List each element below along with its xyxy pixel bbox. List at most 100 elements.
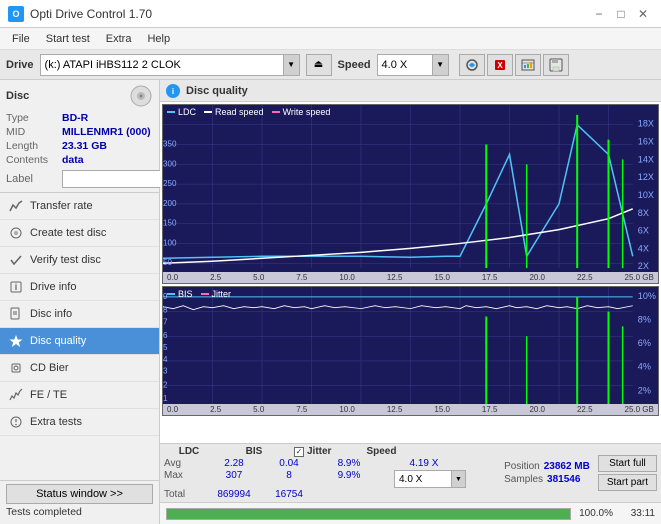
mid-label: MID	[6, 126, 58, 138]
drive-info-icon: i	[8, 279, 24, 295]
write-label: Write speed	[283, 107, 331, 117]
legend-write: Write speed	[272, 107, 331, 117]
svg-text:7: 7	[163, 318, 168, 327]
chart2-svg: 10% 8% 6% 4% 2% 9 8 7 6 5 4 3 2 1	[163, 287, 658, 415]
stats-header-row: LDC BIS ✓ Jitter Speed	[164, 446, 466, 457]
progress-percent: 100.0%	[575, 508, 613, 519]
nav-item-disc-quality[interactable]: Disc quality	[0, 328, 159, 355]
svg-text:150: 150	[163, 219, 177, 228]
avg-jitter: 8.9%	[324, 458, 374, 469]
drive-label: Drive	[6, 59, 34, 71]
menu-starttest[interactable]: Start test	[38, 31, 98, 47]
chart1-container: LDC Read speed Write speed	[162, 104, 659, 284]
chart2-xaxis: 0.02.55.07.510.012.515.017.520.022.525.0…	[163, 404, 658, 415]
svg-text:3: 3	[163, 367, 168, 376]
contents-value: data	[62, 154, 84, 166]
read-dot	[204, 111, 212, 113]
dq-title: Disc quality	[186, 85, 248, 97]
speed-select-val: 4.0 X	[395, 473, 451, 486]
toolbar-buttons: X	[459, 54, 569, 76]
speed-selector[interactable]: 4.0 X ▼	[377, 54, 449, 76]
toolbar-btn-save[interactable]	[543, 54, 569, 76]
samples-label: Samples	[504, 474, 543, 485]
menu-extra[interactable]: Extra	[98, 31, 140, 47]
legend-ldc: LDC	[167, 107, 196, 117]
chart1-svg: 18X 16X 14X 12X 10X 8X 6X 4X 2X 400 350 …	[163, 105, 658, 283]
create-test-icon	[8, 225, 24, 241]
speed-select[interactable]: 4.0 X ▼	[394, 470, 466, 488]
nav-item-cd-bier[interactable]: CD Bier	[0, 355, 159, 382]
disc-section: Disc Type BD-R MID MILLENMR1 (000) Lengt…	[0, 80, 159, 193]
nav-label-drive-info: Drive info	[30, 281, 76, 293]
svg-text:i: i	[15, 282, 18, 292]
svg-text:16X: 16X	[638, 137, 654, 147]
speed-value: 4.0 X	[378, 58, 432, 72]
disc-length-row: Length 23.31 GB	[6, 140, 153, 152]
verify-test-icon	[8, 252, 24, 268]
position-label: Position	[504, 461, 540, 472]
speed-dropdown-arrow[interactable]: ▼	[432, 55, 448, 75]
menubar: File Start test Extra Help	[0, 28, 661, 50]
svg-text:i: i	[172, 87, 174, 96]
jitter-header: Jitter	[307, 446, 331, 457]
chart2-container: BIS Jitter	[162, 286, 659, 416]
main-area: Disc Type BD-R MID MILLENMR1 (000) Lengt…	[0, 80, 661, 524]
nav-item-fe-te[interactable]: FE / TE	[0, 382, 159, 409]
svg-text:8%: 8%	[638, 315, 651, 325]
svg-text:350: 350	[163, 140, 177, 149]
menu-help[interactable]: Help	[139, 31, 178, 47]
bis-header: BIS	[234, 446, 274, 457]
right-panel: i Disc quality LDC Read speed	[160, 80, 661, 524]
svg-text:6%: 6%	[638, 338, 651, 348]
cd-bier-icon	[8, 360, 24, 376]
position-samples: Position 23862 MB Samples 381546	[504, 461, 590, 485]
position-row: Position 23862 MB	[504, 461, 590, 472]
start-full-button[interactable]: Start full	[598, 455, 657, 472]
drive-selector[interactable]: (k:) ATAPI iHBS112 2 CLOK ▼	[40, 54, 300, 76]
progress-time: 33:11	[617, 508, 655, 519]
svg-text:6X: 6X	[638, 226, 649, 236]
disc-info-icon	[8, 306, 24, 322]
drive-dropdown-arrow[interactable]: ▼	[283, 55, 299, 75]
avg-label: Avg	[164, 458, 194, 469]
eject-button[interactable]: ⏏	[306, 54, 332, 76]
jitter-checkbox[interactable]: ✓	[294, 447, 304, 457]
nav-item-verify-test[interactable]: Verify test disc	[0, 247, 159, 274]
left-panel: Disc Type BD-R MID MILLENMR1 (000) Lengt…	[0, 80, 160, 524]
drivebar: Drive (k:) ATAPI iHBS112 2 CLOK ▼ ⏏ Spee…	[0, 50, 661, 80]
max-label: Max	[164, 470, 194, 488]
close-button[interactable]: ✕	[633, 4, 653, 24]
svg-text:100: 100	[163, 238, 177, 247]
ldc-header: LDC	[164, 446, 214, 457]
toolbar-btn-2[interactable]: X	[487, 54, 513, 76]
jitter-dot	[201, 293, 209, 295]
legend-read: Read speed	[204, 107, 264, 117]
svg-text:X: X	[497, 61, 503, 70]
max-jitter: 9.9%	[324, 470, 374, 488]
transfer-rate-icon	[8, 198, 24, 214]
speed-label: Speed	[338, 59, 371, 71]
speed-select-arrow[interactable]: ▼	[451, 471, 465, 487]
start-part-button[interactable]: Start part	[598, 474, 657, 491]
nav-item-extra-tests[interactable]: Extra tests	[0, 409, 159, 436]
maximize-button[interactable]: □	[611, 4, 631, 24]
nav-item-disc-info[interactable]: Disc info	[0, 301, 159, 328]
minimize-button[interactable]: −	[589, 4, 609, 24]
nav-label-extra-tests: Extra tests	[30, 416, 82, 428]
action-buttons: Start full Start part	[598, 455, 657, 491]
status-window-button[interactable]: Status window >>	[6, 484, 153, 504]
disc-quality-icon	[8, 333, 24, 349]
read-label: Read speed	[215, 107, 264, 117]
svg-text:1: 1	[163, 394, 168, 403]
left-statusbar: Status window >> Tests completed	[0, 480, 159, 524]
disc-title: Disc	[6, 90, 29, 102]
menu-file[interactable]: File	[4, 31, 38, 47]
nav-item-drive-info[interactable]: i Drive info	[0, 274, 159, 301]
nav-item-create-test[interactable]: Create test disc	[0, 220, 159, 247]
nav-item-transfer-rate[interactable]: Transfer rate	[0, 193, 159, 220]
toolbar-btn-3[interactable]	[515, 54, 541, 76]
samples-value: 381546	[547, 474, 580, 485]
dq-header: i Disc quality	[160, 80, 661, 102]
toolbar-btn-1[interactable]	[459, 54, 485, 76]
contents-label: Contents	[6, 154, 58, 166]
